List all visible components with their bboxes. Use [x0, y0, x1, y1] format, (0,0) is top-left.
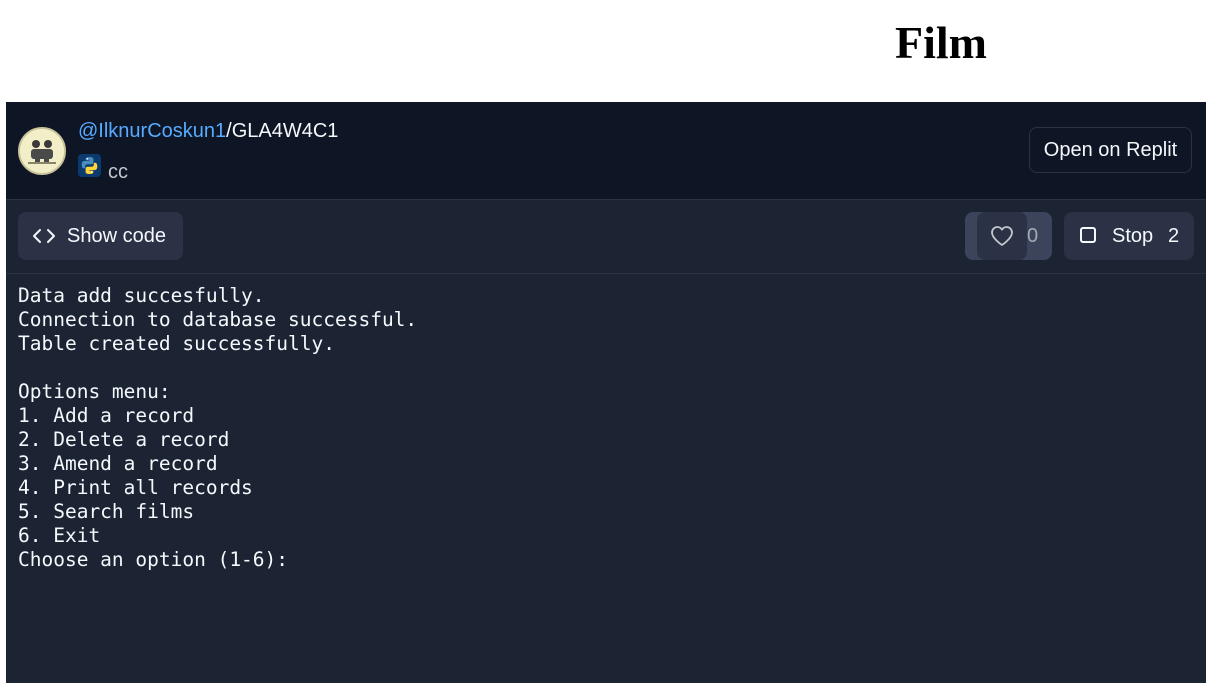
repl-description: cc	[108, 161, 128, 183]
like-count: 0	[1027, 225, 1039, 247]
repl-path: @IlknurCoskun1/GLA4W4C1	[78, 119, 338, 143]
heart-icon	[991, 226, 1013, 246]
stop-square-icon	[1080, 227, 1096, 243]
repl-embed: @IlknurCoskun1/GLA4W4C1 cc Open on Repli…	[6, 102, 1206, 683]
console-line: 3. Amend a record	[18, 452, 218, 475]
console-line: Options menu:	[18, 380, 171, 403]
console-line: Connection to database successful.	[18, 308, 418, 331]
heart-icon-wrap[interactable]	[977, 212, 1027, 260]
repl-toolbar: Show code 0 Stop 2	[6, 200, 1206, 274]
show-code-button[interactable]: Show code	[18, 212, 183, 260]
stop-label: Stop	[1112, 225, 1154, 247]
run-count: 2	[1168, 225, 1180, 247]
console-line: 2. Delete a record	[18, 428, 230, 451]
repl-header: @IlknurCoskun1/GLA4W4C1 cc Open on Repli…	[6, 102, 1206, 200]
console-prompt: Choose an option (1-6):	[18, 548, 289, 571]
console-line: Table created successfully.	[18, 332, 335, 355]
open-on-replit-button[interactable]: Open on Replit	[1029, 127, 1192, 173]
repl-owner-link[interactable]: @IlknurCoskun1	[78, 120, 226, 142]
like-button[interactable]: 0	[965, 212, 1052, 260]
repl-name: GLA4W4C1	[231, 120, 339, 142]
user-avatar[interactable]	[18, 127, 66, 175]
console-line: 1. Add a record	[18, 404, 195, 427]
avatar-image	[20, 129, 64, 173]
stop-button[interactable]: Stop 2	[1064, 212, 1194, 260]
page-title: Film	[895, 17, 987, 68]
show-code-label: Show code	[67, 225, 166, 247]
console-line: 4. Print all records	[18, 476, 253, 499]
console-line: 5. Search films	[18, 500, 195, 523]
python-icon	[78, 154, 101, 177]
code-brackets-icon	[33, 229, 55, 243]
console-line: 6. Exit	[18, 524, 101, 547]
console-line: Data add succesfully.	[18, 284, 265, 307]
console-output[interactable]: Data add succesfully. Connection to data…	[18, 284, 1194, 674]
